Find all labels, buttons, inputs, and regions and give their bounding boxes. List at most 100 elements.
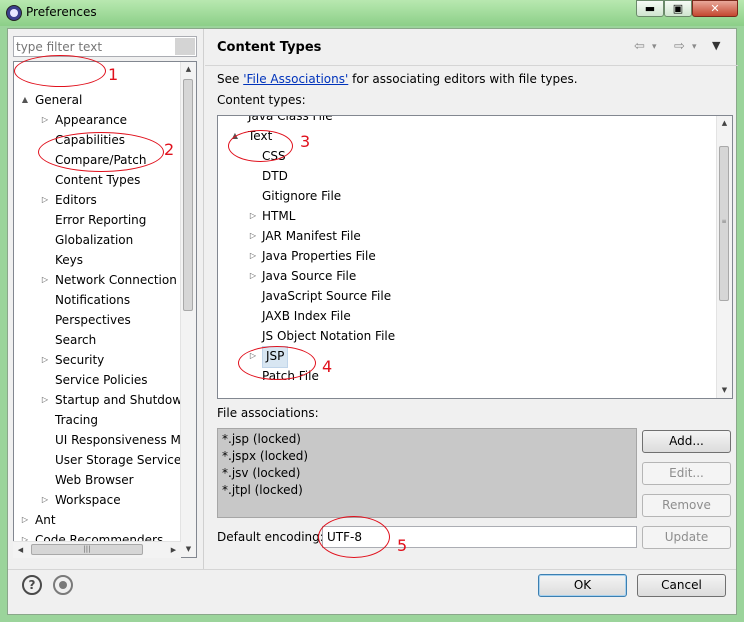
file-associations-label: File associations: <box>217 406 319 420</box>
annotation-number: 2 <box>164 140 175 159</box>
update-button[interactable]: Update <box>642 526 731 549</box>
forward-menu-icon[interactable]: ▾ <box>692 42 697 52</box>
expand-arrow-icon[interactable]: ▷ <box>40 110 50 130</box>
scroll-down-arrow-icon[interactable]: ▼ <box>717 383 732 398</box>
annotation-circle <box>14 55 106 87</box>
maximize-button[interactable]: ▣ <box>664 0 692 17</box>
nav-tree-item-label: Error Reporting <box>55 213 147 227</box>
nav-tree-item-label: Workspace <box>55 493 121 507</box>
edit-button[interactable]: Edit... <box>642 462 731 485</box>
file-association-item[interactable]: *.jspx (locked) <box>222 448 308 465</box>
scroll-thumb[interactable]: ||| <box>31 544 143 555</box>
expand-arrow-icon[interactable]: ▷ <box>40 490 50 510</box>
nav-tree-item-label: Service Policies <box>55 373 148 387</box>
collapse-arrow-icon[interactable]: ▲ <box>20 90 30 110</box>
cancel-button[interactable]: Cancel <box>637 574 726 597</box>
nav-tree-item-label: Perspectives <box>55 313 131 327</box>
scroll-thumb[interactable]: ≡ <box>719 146 729 301</box>
nav-tree-item-label: Network Connection <box>55 273 177 287</box>
description-prefix: See <box>217 72 244 86</box>
nav-tree-item-label: Startup and Shutdow <box>55 393 183 407</box>
content-types-vertical-scrollbar[interactable]: ▲ ≡ ▼ <box>716 116 732 398</box>
nav-tree-vertical-scrollbar[interactable]: ▲ ▼ <box>180 62 196 557</box>
scroll-left-arrow-icon[interactable]: ◀ <box>13 542 28 558</box>
close-button[interactable]: ✕ <box>692 0 738 17</box>
nav-tree-item-label: User Storage Service <box>55 453 182 467</box>
file-association-item[interactable]: *.jtpl (locked) <box>222 482 303 499</box>
file-association-item[interactable]: *.jsv (locked) <box>222 465 300 482</box>
expand-arrow-icon[interactable]: ▷ <box>248 226 258 246</box>
expand-arrow-icon[interactable]: ▷ <box>20 510 30 530</box>
filter-clear-button[interactable] <box>175 38 195 55</box>
page-description: See 'File Associations' for associating … <box>217 72 578 86</box>
title-separator <box>205 65 738 66</box>
ok-button[interactable]: OK <box>538 574 627 597</box>
default-encoding-label: Default encoding: <box>217 530 324 544</box>
description-suffix: for associating editors with file types. <box>348 72 578 86</box>
annotation-number: 4 <box>322 357 333 376</box>
filter-box[interactable] <box>13 36 197 57</box>
scroll-up-arrow-icon[interactable]: ▲ <box>717 116 732 131</box>
nav-tree-horizontal-scrollbar[interactable]: ◀ ||| ▶ <box>13 541 181 558</box>
annotation-circle <box>318 516 390 558</box>
record-icon[interactable] <box>53 575 73 595</box>
scroll-thumb[interactable] <box>183 79 193 311</box>
expand-arrow-icon[interactable]: ▷ <box>40 390 50 410</box>
nav-tree-item-label: Search <box>55 333 97 347</box>
expand-arrow-icon[interactable]: ▷ <box>40 350 50 370</box>
annotation-circle <box>38 132 164 172</box>
nav-tree-item-label: Appearance <box>55 113 128 127</box>
footer-separator <box>8 569 736 570</box>
content-type-label: HTML <box>262 209 296 223</box>
expand-arrow-icon[interactable]: ▷ <box>40 190 50 210</box>
nav-tree-item-label: Web Browser <box>55 473 134 487</box>
back-icon[interactable]: ⇦ <box>634 39 645 54</box>
page-title: Content Types <box>217 40 322 55</box>
forward-icon[interactable]: ⇨ <box>674 39 685 54</box>
scroll-down-arrow-icon[interactable]: ▼ <box>181 542 196 557</box>
filter-input[interactable] <box>16 39 166 54</box>
nav-tree-item-label: Security <box>55 353 105 367</box>
minimize-button[interactable]: ▬ <box>636 0 664 17</box>
expand-arrow-icon[interactable]: ▷ <box>248 246 258 266</box>
nav-tree-item-label: Ant <box>35 513 56 527</box>
back-menu-icon[interactable]: ▾ <box>652 42 657 52</box>
annotation-number: 3 <box>300 132 311 151</box>
content-types-label: Content types: <box>217 93 306 107</box>
title-bar[interactable]: Preferences ▬ ▣ ✕ <box>0 0 744 26</box>
help-icon[interactable]: ? <box>22 575 42 595</box>
nav-tree-item-label: Notifications <box>55 293 131 307</box>
file-associations-link[interactable]: 'File Associations' <box>243 72 348 86</box>
expand-arrow-icon[interactable]: ▷ <box>40 270 50 290</box>
file-associations-list[interactable]: *.jsp (locked) *.jspx (locked) *.jsv (lock… <box>217 428 637 518</box>
nav-tree-item-label: Keys <box>55 253 84 267</box>
expand-arrow-icon[interactable]: ▷ <box>248 206 258 226</box>
content-type-label: Gitignore File <box>262 189 342 203</box>
content-type-label: JAR Manifest File <box>262 229 361 243</box>
file-association-item[interactable]: *.jsp (locked) <box>222 431 301 448</box>
scroll-right-arrow-icon[interactable]: ▶ <box>166 542 181 558</box>
window-title: Preferences <box>26 5 97 19</box>
view-menu-icon[interactable]: ▼ <box>712 39 720 52</box>
content-type-label: JS Object Notation File <box>262 329 396 343</box>
eclipse-app-icon <box>6 5 22 21</box>
content-type-label: JAXB Index File <box>262 309 351 323</box>
panel-sash[interactable] <box>203 29 206 569</box>
annotation-number: 1 <box>108 65 119 84</box>
remove-button[interactable]: Remove <box>642 494 731 517</box>
content-type-label: Java Source File <box>262 269 357 283</box>
annotation-circle <box>238 346 316 380</box>
page-navigation: ⇦ ▾ ⇨ ▾ ▼ <box>634 39 730 57</box>
annotation-circle <box>228 130 293 162</box>
nav-tree-item-label: Editors <box>55 193 97 207</box>
preferences-window: Preferences ▬ ▣ ✕ ▲General▷AppearanceCap… <box>0 0 744 622</box>
add-button[interactable]: Add... <box>642 430 731 453</box>
content-type-label: Java Class File <box>248 115 333 123</box>
nav-tree-item-label: General <box>35 93 83 107</box>
nav-tree-item-label: Tracing <box>55 413 99 427</box>
scroll-up-arrow-icon[interactable]: ▲ <box>181 62 196 77</box>
content-type-label: DTD <box>262 169 288 183</box>
nav-tree-item-label: Content Types <box>55 173 141 187</box>
content-type-label: Java Properties File <box>262 249 376 263</box>
expand-arrow-icon[interactable]: ▷ <box>248 266 258 286</box>
